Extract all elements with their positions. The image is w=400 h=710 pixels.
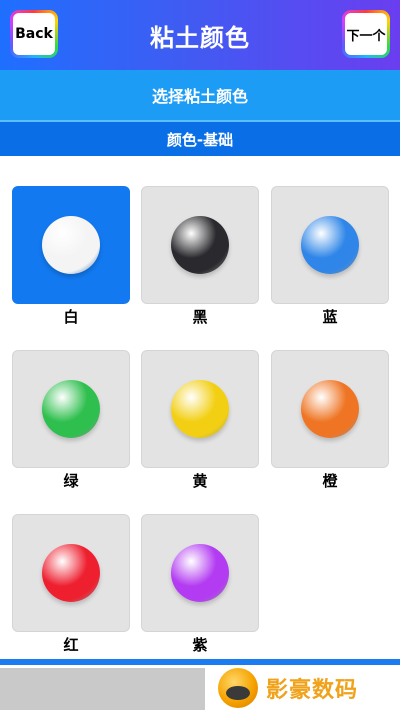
clay-ball-icon bbox=[42, 544, 100, 602]
color-label: 黑 bbox=[192, 308, 208, 326]
clay-ball-icon bbox=[171, 380, 229, 438]
clay-ball-icon bbox=[42, 380, 100, 438]
bottom-panel bbox=[0, 668, 205, 710]
color-label: 绿 bbox=[63, 472, 79, 490]
color-swatch-2[interactable] bbox=[141, 186, 259, 304]
color-label: 黄 bbox=[192, 472, 208, 490]
page-title: 粘土颜色 bbox=[150, 24, 250, 52]
color-label: 橙 bbox=[322, 472, 338, 490]
next-button[interactable]: 下一个 bbox=[342, 10, 390, 58]
subtitle-bar: 选择粘土颜色 bbox=[0, 70, 400, 120]
color-label: 蓝 bbox=[322, 308, 338, 326]
brand-logo-icon bbox=[218, 668, 258, 708]
category-bar: 颜色-基础 bbox=[0, 120, 400, 156]
clay-ball-icon bbox=[171, 544, 229, 602]
clay-ball-icon bbox=[301, 380, 359, 438]
color-swatch-1[interactable] bbox=[12, 186, 130, 304]
color-swatch-7[interactable] bbox=[12, 514, 130, 632]
color-swatch-6[interactable] bbox=[271, 350, 389, 468]
color-swatch-3[interactable] bbox=[271, 186, 389, 304]
color-label: 紫 bbox=[192, 636, 208, 654]
watermark-text: 影豪数码 bbox=[266, 678, 359, 703]
color-swatch-4[interactable] bbox=[12, 350, 130, 468]
color-swatch-8[interactable] bbox=[141, 514, 259, 632]
color-label: 红 bbox=[63, 636, 79, 654]
app-header: Back 粘土颜色 下一个 bbox=[0, 0, 400, 70]
clay-ball-icon bbox=[301, 216, 359, 274]
clay-ball-icon bbox=[42, 216, 100, 274]
color-label: 白 bbox=[63, 308, 79, 326]
next-button-label: 下一个 bbox=[345, 13, 387, 55]
watermark: 影豪数码 bbox=[218, 668, 358, 708]
color-swatch-5[interactable] bbox=[141, 350, 259, 468]
clay-ball-icon bbox=[171, 216, 229, 274]
